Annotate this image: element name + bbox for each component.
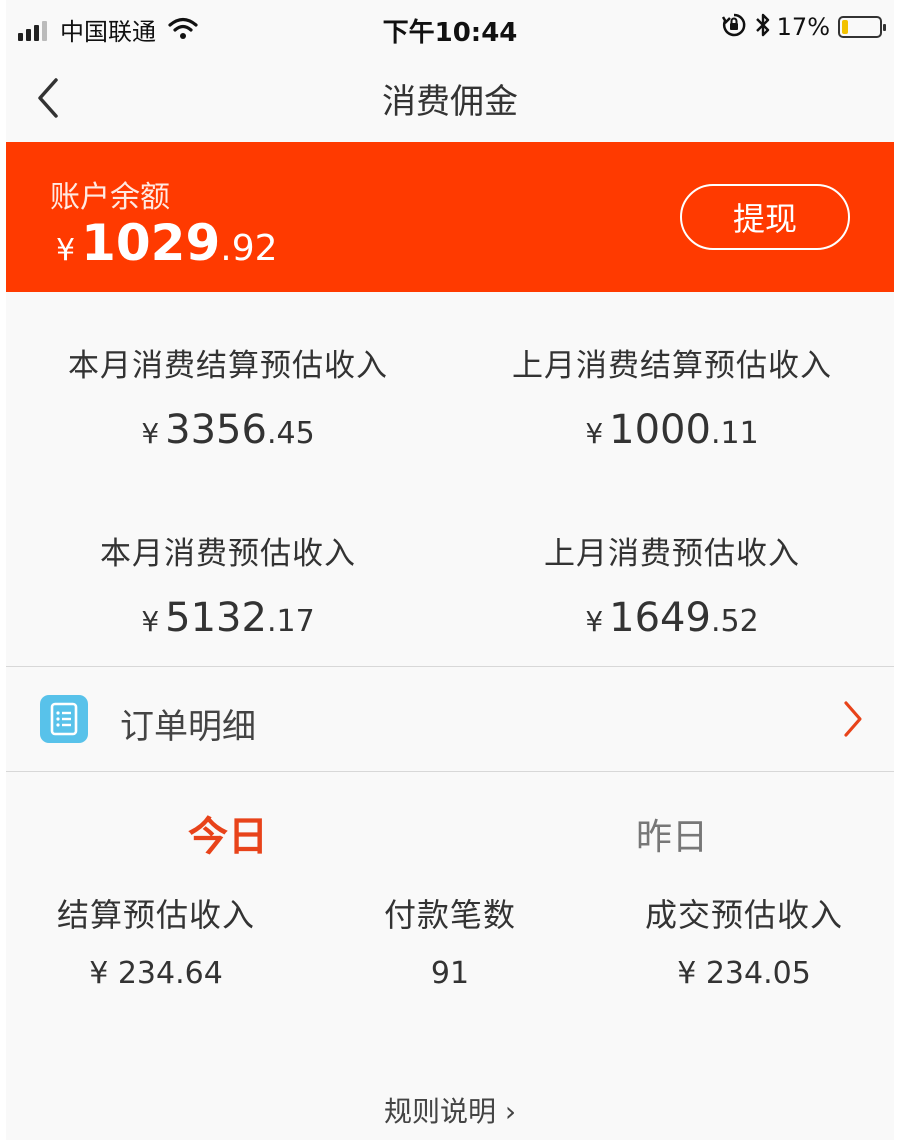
balance-amount: ¥ 1029 .92 bbox=[56, 214, 278, 272]
daily-deal-income: 成交预估收入 ¥ 234.05 bbox=[614, 890, 874, 991]
daily-value: 91 bbox=[430, 956, 470, 991]
stat-label: 本月消费预估收入 bbox=[100, 536, 356, 572]
stat-this-month-estimated: 本月消费预估收入 ¥ 5132 .17 bbox=[6, 528, 450, 641]
status-right: 17% bbox=[721, 12, 886, 42]
daily-value: ¥ 234.64 bbox=[89, 956, 223, 991]
currency-symbol: ¥ bbox=[56, 233, 76, 268]
stat-value-decimal: .45 bbox=[266, 416, 315, 451]
list-document-icon bbox=[40, 695, 88, 743]
rotation-lock-icon bbox=[721, 12, 747, 42]
daily-payment-count: 付款笔数 91 bbox=[320, 890, 580, 991]
withdraw-button[interactable]: 提现 bbox=[680, 184, 850, 250]
balance-label: 账户余额 bbox=[50, 180, 170, 215]
stat-value-decimal: .11 bbox=[710, 416, 759, 451]
daily-value: ¥ 234.05 bbox=[677, 956, 811, 991]
day-tabs: 今日 昨日 bbox=[6, 772, 894, 882]
battery-icon bbox=[838, 16, 886, 38]
nav-bar: 消费佣金 bbox=[6, 54, 894, 142]
stat-value-integer: 5132 bbox=[165, 595, 267, 641]
currency-symbol: ¥ bbox=[585, 605, 604, 638]
stat-value-integer: 3356 bbox=[165, 407, 267, 453]
daily-label: 付款笔数 bbox=[383, 896, 516, 934]
stat-value: ¥ 3356 .45 bbox=[6, 407, 450, 453]
daily-label: 成交预估收入 bbox=[644, 896, 843, 934]
battery-percent: 17% bbox=[776, 13, 830, 41]
stat-value: ¥ 1649 .52 bbox=[450, 595, 894, 641]
currency-symbol: ¥ bbox=[141, 605, 160, 638]
stat-last-month-settled: 上月消费结算预估收入 ¥ 1000 .11 bbox=[450, 340, 894, 453]
chevron-right-icon bbox=[842, 699, 864, 743]
tab-yesterday[interactable]: 昨日 bbox=[450, 808, 894, 860]
income-stats: 本月消费结算预估收入 ¥ 3356 .45 上月消费结算预估收入 ¥ 1000 … bbox=[6, 292, 894, 667]
tab-today[interactable]: 今日 bbox=[6, 804, 450, 862]
stat-label: 本月消费结算预估收入 bbox=[68, 348, 388, 384]
stat-last-month-estimated: 上月消费预估收入 ¥ 1649 .52 bbox=[450, 528, 894, 641]
order-detail-label: 订单明细 bbox=[120, 707, 256, 747]
stat-value-integer: 1649 bbox=[609, 595, 711, 641]
stat-value-decimal: .52 bbox=[710, 604, 759, 639]
balance-banner: 账户余额 ¥ 1029 .92 提现 bbox=[6, 142, 894, 292]
stat-label: 上月消费预估收入 bbox=[544, 536, 800, 572]
currency-symbol: ¥ bbox=[141, 417, 160, 450]
balance-integer: 1029 bbox=[81, 214, 221, 272]
stat-label: 上月消费结算预估收入 bbox=[512, 348, 832, 384]
status-bar: 中国联通 下午10:44 17% bbox=[6, 0, 894, 54]
balance-decimal: .92 bbox=[220, 228, 278, 269]
stat-value-integer: 1000 bbox=[609, 407, 711, 453]
page-title: 消费佣金 bbox=[382, 82, 518, 122]
currency-symbol: ¥ bbox=[585, 417, 604, 450]
stat-value: ¥ 5132 .17 bbox=[6, 595, 450, 641]
daily-stats: 结算预估收入 ¥ 234.64 付款笔数 91 成交预估收入 ¥ 234.05 bbox=[6, 890, 894, 1010]
stat-value-decimal: .17 bbox=[266, 604, 315, 639]
order-detail-row[interactable]: 订单明细 bbox=[6, 667, 894, 772]
bluetooth-icon bbox=[755, 12, 771, 42]
stat-value: ¥ 1000 .11 bbox=[450, 407, 894, 453]
daily-settled-income: 结算预估收入 ¥ 234.64 bbox=[26, 890, 286, 991]
battery-level bbox=[842, 20, 848, 34]
rules-link[interactable]: 规则说明 › bbox=[6, 1090, 894, 1130]
app-screen: 中国联通 下午10:44 17% 消费佣金 账户余额 ¥ 1029 .92 提现… bbox=[6, 0, 894, 1140]
daily-label: 结算预估收入 bbox=[56, 896, 255, 934]
stat-this-month-settled: 本月消费结算预估收入 ¥ 3356 .45 bbox=[6, 340, 450, 453]
